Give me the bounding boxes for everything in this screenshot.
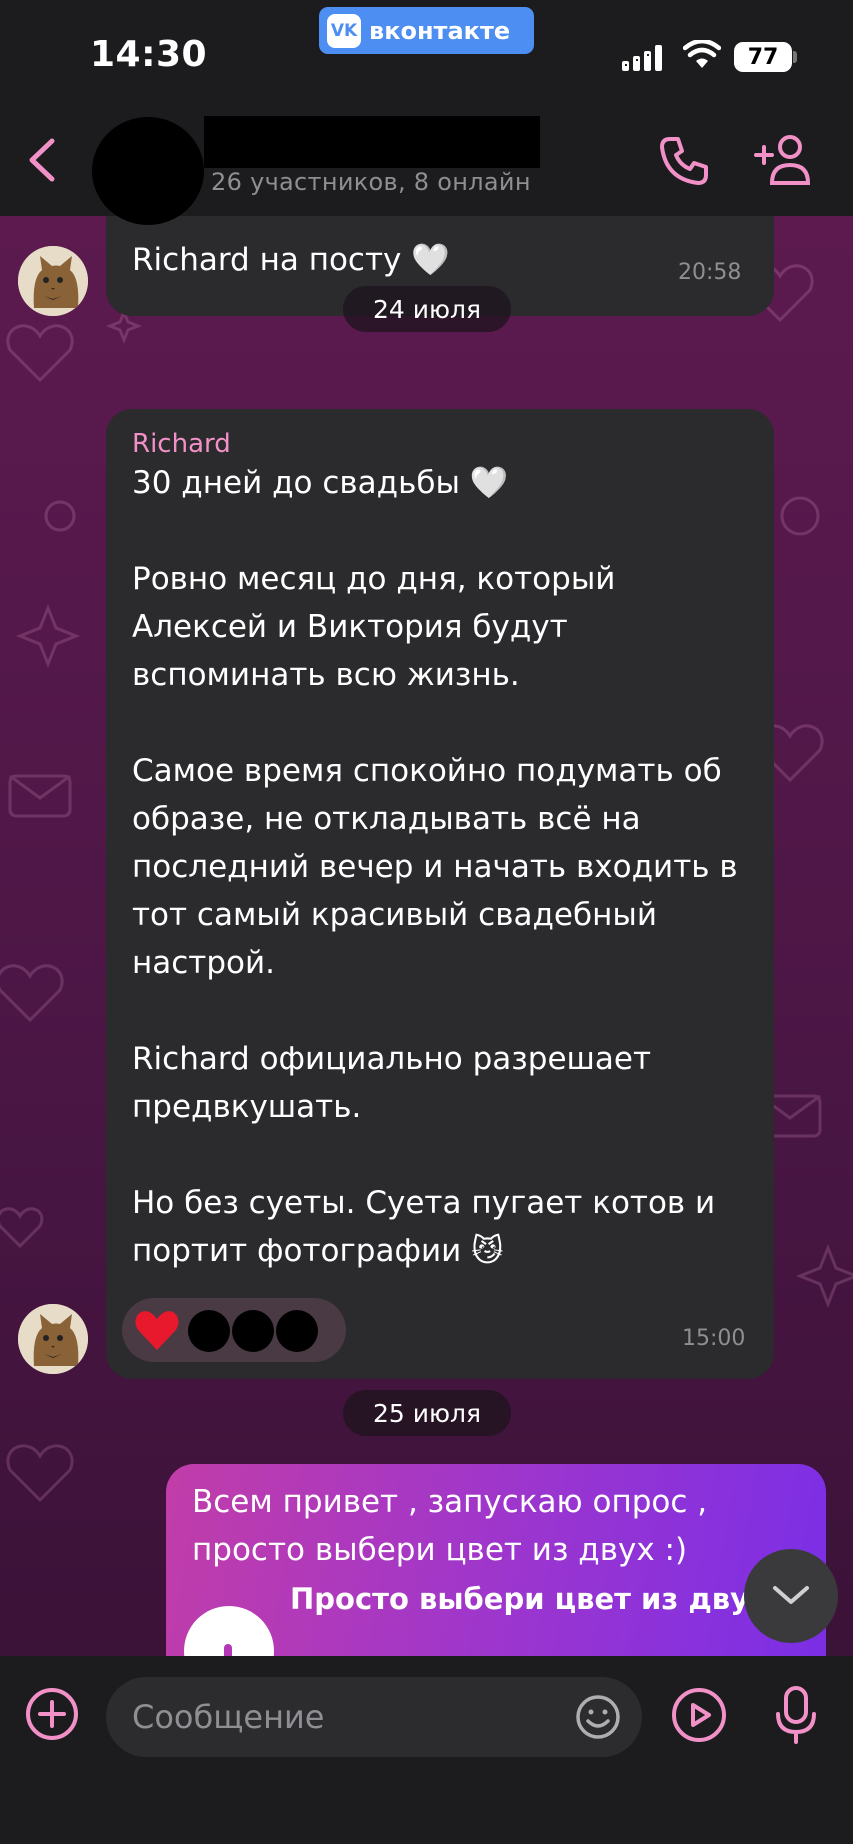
cat-avatar-image [18, 246, 88, 316]
emoji-icon[interactable] [574, 1693, 622, 1741]
avatar[interactable] [18, 246, 88, 316]
date-separator: 24 июля [343, 286, 511, 332]
poll-icon [184, 1606, 274, 1656]
message-bubble[interactable]: Richard 30 дней до свадьбы 🤍 Ровно месяц… [106, 409, 774, 1379]
date-separator: 25 июля [343, 1390, 511, 1436]
chat-screen: Richard на посту 🤍 20:58 24 июля Richard… [0, 0, 853, 1844]
microphone-icon[interactable] [772, 1684, 820, 1748]
reaction-avatar [232, 1310, 274, 1352]
outgoing-message-bubble[interactable]: Всем привет , запускаю опрос , просто вы… [166, 1464, 826, 1656]
vk-return-pill[interactable]: VK вконтакте [319, 7, 534, 54]
add-user-icon[interactable] [752, 133, 816, 189]
header-bar: 14:30 VK вконтакте 77 26 участников, 8 о… [0, 0, 853, 225]
chat-subtitle: 26 участников, 8 онлайн [211, 168, 531, 196]
vk-logo-icon: VK [327, 13, 361, 48]
scroll-down-button[interactable] [744, 1549, 838, 1643]
vk-label: вконтакте [369, 16, 511, 45]
reaction-avatar [188, 1310, 230, 1352]
message-sender[interactable]: Richard [132, 429, 231, 459]
status-time: 14:30 [90, 34, 208, 75]
chat-messages-area[interactable]: Richard на посту 🤍 20:58 24 июля Richard… [0, 216, 853, 1656]
video-message-icon[interactable] [670, 1686, 728, 1744]
back-icon[interactable] [22, 135, 62, 185]
reaction-avatar [276, 1310, 318, 1352]
phone-icon[interactable] [656, 133, 712, 189]
heart-reaction-icon[interactable] [134, 1308, 180, 1356]
battery-indicator: 77 [734, 42, 792, 72]
message-time: 20:58 [678, 260, 742, 285]
poll-title[interactable]: Просто выбери цвет из двух [290, 1582, 768, 1616]
message-time: 15:00 [682, 1326, 746, 1351]
reactions-bar[interactable] [122, 1298, 346, 1362]
message-text: Richard на посту 🤍 [132, 242, 450, 278]
signal-icon [622, 45, 662, 71]
battery-tip [793, 51, 797, 63]
message-input[interactable] [106, 1677, 642, 1757]
chat-title-redacted[interactable] [204, 116, 540, 168]
chevron-down-icon [773, 1586, 809, 1604]
message-composer [0, 1656, 853, 1844]
chat-avatar-redacted[interactable] [92, 117, 204, 225]
wifi-icon [683, 40, 721, 68]
plus-icon[interactable] [24, 1686, 80, 1742]
message-text: 30 дней до свадьбы 🤍 Ровно месяц до дня,… [132, 465, 738, 1269]
avatar[interactable] [18, 1304, 88, 1374]
message-text: Всем привет , запускаю опрос , просто вы… [192, 1484, 708, 1568]
cat-avatar-image [18, 1304, 88, 1374]
